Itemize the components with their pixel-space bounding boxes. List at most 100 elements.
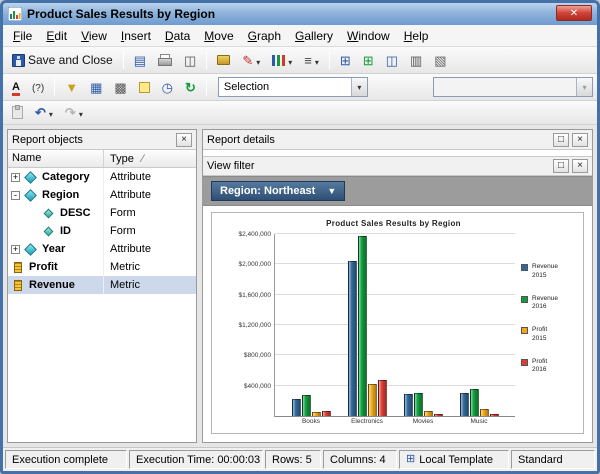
tree-item-label: Region — [42, 189, 80, 201]
grid-options-button[interactable] — [85, 78, 107, 97]
save-and-close-label: Save and Close — [28, 53, 113, 67]
graph-type-dropdown[interactable] — [267, 51, 297, 70]
clock-icon — [162, 81, 173, 94]
help-mode-button[interactable] — [27, 77, 49, 97]
menu-item-graph[interactable]: Graph — [241, 27, 288, 45]
undo-button[interactable] — [30, 103, 58, 122]
secondary-combobox[interactable]: ▾ — [433, 77, 593, 97]
metric-icon — [14, 279, 22, 291]
close-button[interactable]: ✕ — [556, 5, 592, 21]
title-bar[interactable]: Product Sales Results by Region ✕ — [3, 3, 597, 25]
bar-group-electronics — [339, 234, 395, 416]
design-icon — [434, 54, 446, 67]
tree-row-profit[interactable]: Profit Metric — [8, 258, 196, 276]
tree-row-revenue[interactable]: Revenue Metric — [8, 276, 196, 294]
y-axis-label: $2,400,000 — [238, 231, 271, 238]
format-painter-dropdown[interactable] — [237, 51, 265, 70]
note-button[interactable] — [134, 79, 155, 96]
region-filter-label: Region: Northeast — [220, 185, 316, 197]
menu-item-move[interactable]: Move — [197, 27, 240, 45]
y-axis-label: $800,000 — [243, 352, 271, 360]
page-by-button[interactable] — [109, 78, 131, 97]
tree-row-desc[interactable]: DESC Form — [8, 204, 196, 222]
report-view-panel: Report details □ × View filter □ × Regio… — [202, 129, 593, 443]
view-filter-header: View filter □ × — [203, 156, 592, 176]
menu-item-edit[interactable]: Edit — [39, 27, 74, 45]
tree-item-type: Attribute — [110, 243, 151, 255]
grid-graph-button[interactable] — [358, 51, 379, 70]
toolbar-main: Save and Close — [3, 47, 597, 74]
bar-profit-2015 — [311, 412, 321, 416]
tree-item-type: Form — [110, 207, 136, 219]
legend-label: Profit 2015 — [532, 326, 548, 342]
redo-button[interactable] — [60, 103, 88, 122]
design-view-button[interactable] — [429, 51, 451, 70]
expand-toggle[interactable]: - — [11, 190, 20, 200]
bar-revenue-2016 — [357, 235, 367, 416]
graph-view-button[interactable] — [381, 51, 403, 70]
selection-combobox[interactable]: Selection ▾ — [217, 77, 368, 97]
menu-item-window[interactable]: Window — [340, 27, 397, 45]
expand-toggle[interactable]: + — [11, 244, 20, 254]
combobox-arrow[interactable]: ▾ — [350, 78, 367, 96]
tree-item-type: Form — [110, 225, 136, 237]
menu-item-help[interactable]: Help — [397, 27, 436, 45]
tree-row-name-cell: Profit — [8, 258, 104, 276]
plot-area: Books Electronics Movies Music $400,000 $800… — [238, 231, 515, 425]
sort-indicator-icon: ∕ — [141, 152, 144, 165]
page-view-button[interactable] — [129, 51, 151, 70]
tree-row-year[interactable]: + Year Attribute — [8, 240, 196, 258]
column-header-type[interactable]: Type ∕ — [104, 150, 196, 167]
grid-view-button[interactable] — [335, 51, 356, 70]
bar-group-music — [451, 234, 507, 416]
close-panel-button[interactable]: × — [176, 132, 192, 147]
status-segment-1: Execution Time: 00:00:03 — [129, 450, 263, 469]
menu-item-view[interactable]: View — [74, 27, 114, 45]
tree-row-category[interactable]: + Category Attribute — [8, 168, 196, 186]
tree-item-label: Category — [42, 171, 90, 183]
tree-item-label: Year — [42, 243, 66, 255]
column-header-name[interactable]: Name — [8, 150, 104, 167]
preview-icon — [184, 54, 196, 67]
bar-revenue-2016 — [469, 388, 479, 416]
sql-view-button[interactable] — [405, 51, 427, 70]
bar-revenue-2016 — [413, 392, 423, 416]
tree-row-region[interactable]: - Region Attribute — [8, 186, 196, 204]
style-dropdown[interactable] — [299, 51, 324, 70]
region-filter-button[interactable]: Region: Northeast ▼ — [211, 181, 346, 201]
combobox-arrow[interactable]: ▾ — [576, 78, 592, 96]
save-and-close-button[interactable]: Save and Close — [7, 50, 118, 70]
note-icon — [138, 81, 150, 93]
schedule-button[interactable] — [157, 78, 178, 97]
print-button[interactable] — [153, 51, 177, 69]
close-view-filter-button[interactable]: × — [572, 159, 588, 173]
menu-item-file[interactable]: File — [6, 27, 39, 45]
toolbox-icon — [217, 55, 231, 65]
menu-item-data[interactable]: Data — [158, 27, 197, 45]
status-segment-0: Execution complete — [5, 450, 127, 469]
grid-plus-icon — [363, 54, 374, 67]
close-report-details-button[interactable]: × — [572, 132, 588, 147]
refresh-button[interactable] — [180, 78, 201, 97]
funnel-icon — [65, 81, 78, 94]
maximize-report-details-button[interactable]: □ — [553, 132, 569, 147]
print-preview-button[interactable] — [179, 51, 201, 70]
window-title: Product Sales Results by Region — [27, 7, 216, 21]
report-objects-tree: + Category Attribute - Region Attribute DESC Fo… — [8, 168, 196, 442]
filter-button[interactable] — [60, 78, 83, 97]
menu-item-gallery[interactable]: Gallery — [288, 27, 340, 45]
tree-row-id[interactable]: ID Form — [8, 222, 196, 240]
graph-grid-icon — [386, 54, 398, 67]
grid-icon — [340, 54, 351, 67]
menu-item-insert[interactable]: Insert — [114, 27, 158, 45]
export-button[interactable] — [212, 52, 235, 68]
x-axis-label: Movies — [412, 418, 434, 425]
tree-row-name-cell: + Category — [8, 168, 104, 186]
expand-toggle[interactable]: + — [11, 172, 20, 182]
maximize-view-filter-button[interactable]: □ — [553, 159, 569, 173]
refresh-icon — [185, 81, 196, 94]
legend-swatch — [521, 358, 528, 366]
font-format-button[interactable] — [7, 76, 25, 99]
paste-button[interactable] — [7, 103, 28, 122]
chevron-down-icon — [315, 54, 319, 67]
